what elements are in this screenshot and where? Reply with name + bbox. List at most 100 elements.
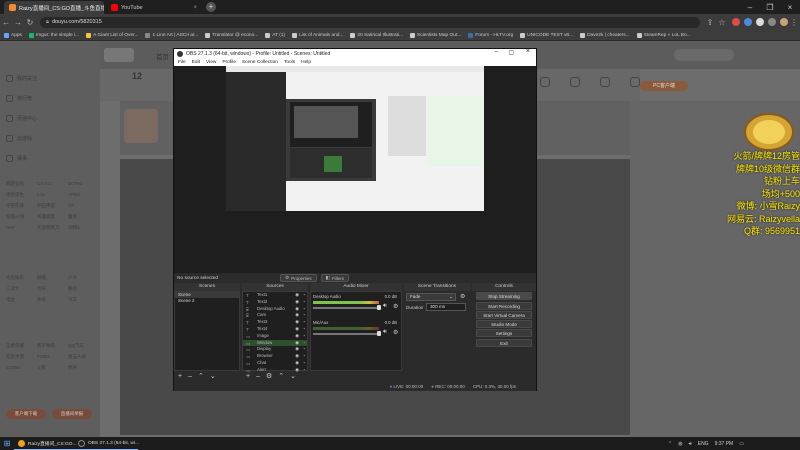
back-icon[interactable]: ← [0,14,12,30]
category-link[interactable]: 英雄联盟 [37,214,55,220]
visibility-eye-icon[interactable]: ◉ [295,326,299,333]
category-link[interactable]: 舞蹈 [68,286,77,292]
category-link[interactable]: 二次元 [6,286,20,292]
bookmark-item[interactable]: Apps [4,32,22,38]
streamer-avatar[interactable] [124,109,158,143]
source-item[interactable]: ▭ Chat ◉ ▪ [243,360,307,367]
obs-menu-item[interactable]: Scene Collection [242,60,278,65]
category-icon[interactable] [540,77,550,87]
source-item[interactable]: ⌸ Cam ◉ ▪ [243,312,307,319]
source-item[interactable]: ▭ Display ◉ ▪ [243,346,307,353]
category-link[interactable]: 文化娱乐 [6,275,24,281]
sidebar-item[interactable]: 赛事 [6,155,27,162]
input-language[interactable]: ENG [698,441,709,447]
source-item[interactable]: T Text3 ◉ ▪ [243,319,307,326]
lock-icon[interactable]: ▪ [303,299,305,306]
lock-icon[interactable]: ▪ [303,360,305,367]
close-window-icon[interactable]: × [780,0,800,14]
gear-icon[interactable]: ⚙ [393,329,398,336]
category-link[interactable]: 炉石传说 [37,203,55,209]
category-link[interactable]: 音乐 [37,286,46,292]
source-item[interactable]: ▭ Window ◉ ▪ [243,339,307,347]
bookmark-item[interactable]: Dave2k | cheaters... [580,32,630,38]
category-link[interactable]: DOTA2 [68,181,83,186]
start-recording-button[interactable]: Start Recording [476,301,532,310]
extension-icon[interactable] [744,18,752,26]
bookmark-item[interactable]: 20 Satirical Illustrati... [350,32,403,38]
source-item[interactable]: ⌸ Desktop Audio ◉ ▪ [243,306,307,313]
visibility-eye-icon[interactable]: ◉ [295,346,299,353]
obs-menu-item[interactable]: Edit [192,60,200,65]
category-link[interactable]: CS:GO [37,181,52,186]
category-link[interactable]: APEX [68,192,80,197]
source-item[interactable]: ▭ Browser ◉ ▪ [243,353,307,360]
lock-icon[interactable]: ▪ [303,306,305,313]
lock-icon[interactable]: ▪ [303,340,305,347]
transition-select[interactable]: Fade ⌄ [406,293,456,301]
category-link[interactable]: 魔兽 [68,214,77,220]
sidebar-item[interactable]: 排行榜 [6,95,32,102]
sidebar-item[interactable]: 页游中心 [6,115,37,122]
taskbar-task-browser[interactable]: Raizy直播间_CS:GO... [14,437,77,450]
remove-icon[interactable]: – [188,373,192,380]
start-virtual-camera-button[interactable]: Start Virtual Camera [476,310,532,319]
category-link[interactable]: DNF [6,225,15,230]
category-link[interactable]: 网游竞技 [6,181,24,187]
category-link[interactable]: LOL [37,192,46,197]
category-link[interactable]: 原神 [68,365,77,371]
visibility-eye-icon[interactable]: ◉ [295,353,299,360]
category-link[interactable]: 剑网3 [68,225,80,231]
speaker-icon[interactable]: 🔊︎ [383,329,387,336]
lock-icon[interactable]: ▪ [303,326,305,333]
obs-menu-item[interactable]: Help [301,60,311,65]
source-item[interactable]: T Text1 ◉ ▪ [243,292,307,299]
obs-preview[interactable] [174,66,536,273]
visibility-eye-icon[interactable]: ◉ [295,292,299,299]
lock-icon[interactable]: ▪ [303,333,305,340]
category-link[interactable]: CF [68,203,74,208]
add-icon[interactable]: + [246,373,250,380]
source-item[interactable]: T Text4 ◉ ▪ [243,326,307,333]
extension-icon[interactable] [756,18,764,26]
category-link[interactable]: 天涯明月刀 [37,225,60,231]
source-item[interactable]: T Text2 ◉ ▪ [243,299,307,306]
lock-icon[interactable]: ▪ [303,312,305,319]
slider-handle[interactable] [377,305,381,310]
lock-icon[interactable]: ▪ [303,292,305,299]
add-icon[interactable]: + [178,373,182,380]
category-icon[interactable] [570,77,580,87]
visibility-eye-icon[interactable]: ◉ [295,340,299,347]
category-link[interactable]: 守望先锋 [6,203,24,209]
move-down-icon[interactable]: ⌄ [290,372,296,380]
tray-expand-icon[interactable]: ⌃ [668,441,672,447]
obs-menu-item[interactable]: Profile [222,60,236,65]
clock[interactable]: 9:37 PM [715,441,734,447]
minimize-icon[interactable]: – [740,0,760,14]
forward-icon[interactable]: → [12,14,24,30]
move-down-icon[interactable]: ⌄ [210,372,216,380]
new-tab-button[interactable]: + [206,2,216,12]
obs-menu-item[interactable]: View [206,60,216,65]
sidebar-button[interactable]: 直播间举报 [52,409,92,419]
scene-item[interactable]: Scene 2 [175,298,239,304]
maximize-icon[interactable]: ▢ [508,49,514,56]
address-bar[interactable]: 🔒︎ douyu.com/5820315 [40,16,700,28]
sidebar-item[interactable]: 我的关注 [6,75,37,82]
category-link[interactable]: 体育 [37,297,46,303]
gear-icon[interactable]: ⚙ [393,303,398,310]
category-link[interactable]: 颜值 [37,275,46,281]
browser-tab-douyu[interactable]: Raizy直播间_CS:GO直播_斗鱼直播 × [4,1,104,14]
sidebar-item[interactable]: 云游戏 [6,135,32,142]
duration-input[interactable]: 300 ms [426,303,466,311]
bookmark-item[interactable]: Scientists Map Out... [410,32,461,38]
bookmark-item[interactable]: Forum - HLTV.org [468,32,513,38]
visibility-eye-icon[interactable]: ◉ [295,319,299,326]
category-link[interactable]: 和平精英 [37,343,55,349]
gear-icon[interactable]: ⚙ [266,372,272,380]
sidebar-button[interactable]: 客户端下载 [6,409,46,419]
settings-button[interactable]: Settings [476,329,532,338]
obs-menu-item[interactable]: Tools [284,60,295,65]
exit-button[interactable]: Exit [476,338,532,347]
maximize-icon[interactable]: ❐ [760,0,780,14]
remove-icon[interactable]: – [256,373,260,380]
